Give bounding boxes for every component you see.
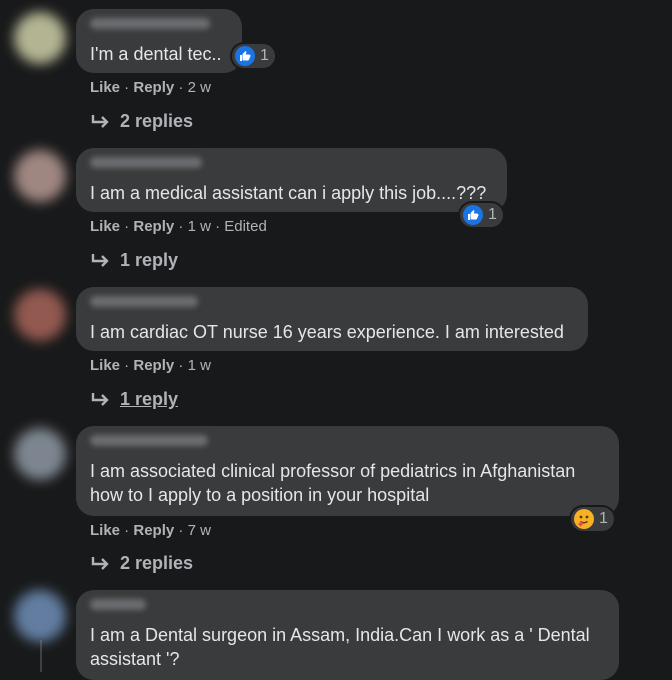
- comment-bubble: I am cardiac OT nurse 16 years experienc…: [76, 287, 588, 351]
- like-reaction-icon: [235, 46, 255, 66]
- care-reaction-icon: [574, 509, 594, 529]
- reaction-count: 1: [260, 47, 269, 64]
- reply-button[interactable]: Reply: [133, 357, 174, 374]
- view-replies-button[interactable]: 2 replies: [90, 553, 193, 574]
- reply-arrow-icon: [91, 392, 109, 406]
- view-replies-button[interactable]: 2 replies: [90, 111, 193, 132]
- comment-actions: Like · Reply · 2 w: [90, 79, 211, 96]
- timestamp[interactable]: 2 w: [188, 79, 211, 96]
- view-replies-button[interactable]: 1 reply: [90, 250, 178, 271]
- reply-button[interactable]: Reply: [133, 218, 174, 235]
- edited-label: Edited: [224, 218, 267, 235]
- comment-bubble: I am a medical assistant can i apply thi…: [76, 148, 507, 212]
- avatar[interactable]: [14, 428, 66, 480]
- author-name[interactable]: [90, 296, 198, 307]
- author-name[interactable]: [90, 599, 146, 610]
- timestamp[interactable]: 1 w: [188, 357, 211, 374]
- like-button[interactable]: Like: [90, 79, 120, 96]
- reply-arrow-icon: [91, 114, 109, 128]
- comment-actions: Like · Reply · 1 w · Edited: [90, 218, 267, 235]
- like-button[interactable]: Like: [90, 218, 120, 235]
- reply-arrow-icon: [91, 556, 109, 570]
- avatar[interactable]: [14, 590, 66, 642]
- comment-text-line: assistant '?: [90, 649, 180, 669]
- reaction-summary[interactable]: 1: [460, 203, 503, 227]
- timestamp[interactable]: 7 w: [188, 522, 211, 539]
- comment-text-line: how to I apply to a position in your hos…: [90, 485, 430, 505]
- replies-count-label: 2 replies: [120, 111, 194, 131]
- comment-actions: Like · Reply · 7 w: [90, 522, 211, 539]
- avatar[interactable]: [14, 289, 66, 341]
- replies-count-label: 1 reply: [120, 250, 179, 270]
- author-name[interactable]: [90, 435, 208, 446]
- thread-line: [40, 640, 42, 672]
- comment-text: I'm a dental tec..: [90, 44, 222, 64]
- like-button[interactable]: Like: [90, 357, 120, 374]
- reaction-count: 1: [488, 206, 497, 223]
- author-name[interactable]: [90, 18, 210, 29]
- comment-bubble: I am a Dental surgeon in Assam, India.Ca…: [76, 590, 619, 680]
- like-button[interactable]: Like: [90, 522, 120, 539]
- reply-button[interactable]: Reply: [133, 79, 174, 96]
- replies-count-label: 2 replies: [120, 553, 194, 573]
- reaction-summary[interactable]: 1: [232, 44, 275, 68]
- comment-text: I am cardiac OT nurse 16 years experienc…: [90, 322, 564, 342]
- comment-actions: Like · Reply · 1 w: [90, 357, 211, 374]
- reaction-summary[interactable]: 1: [571, 507, 614, 531]
- author-name[interactable]: [90, 157, 202, 168]
- reply-button[interactable]: Reply: [133, 522, 174, 539]
- reply-arrow-icon: [91, 253, 109, 267]
- reaction-count: 1: [599, 510, 608, 527]
- comment-bubble: I am associated clinical professor of pe…: [76, 426, 619, 516]
- avatar[interactable]: [14, 12, 66, 64]
- comment-text-line: I am associated clinical professor of pe…: [90, 461, 576, 481]
- comment-bubble: I'm a dental tec..: [76, 9, 242, 73]
- view-replies-button[interactable]: 1 reply: [90, 389, 178, 410]
- comment-text-line: I am a Dental surgeon in Assam, India.Ca…: [90, 625, 590, 645]
- timestamp[interactable]: 1 w: [188, 218, 211, 235]
- avatar[interactable]: [14, 150, 66, 202]
- replies-count-label: 1 reply: [120, 389, 179, 409]
- comment-text: I am a medical assistant can i apply thi…: [90, 183, 487, 203]
- like-reaction-icon: [463, 205, 483, 225]
